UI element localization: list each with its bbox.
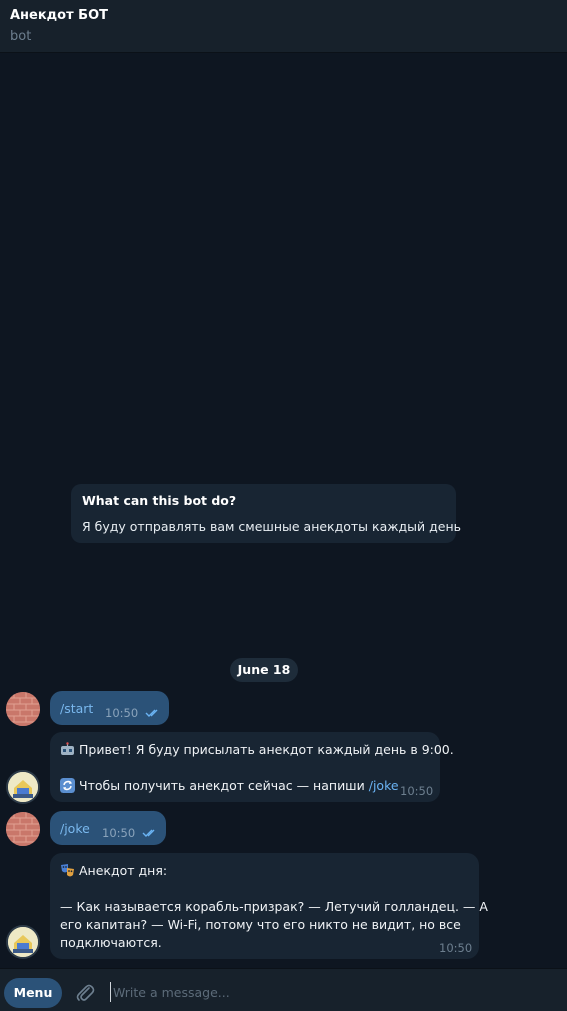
message-line: Анекдот дня: [60,863,167,878]
message-time: 10:50 [102,826,136,840]
double-check-icon [145,709,158,717]
bot-avatar[interactable] [6,925,40,959]
joke-body-line: его капитан? — Wi-Fi, потому что его ник… [60,917,461,932]
chat-subtitle: bot [10,29,32,44]
instruction-text: Чтобы получить анекдот сейчас — напиши [79,778,369,793]
bot-avatar[interactable] [6,770,40,804]
double-check-icon [142,829,155,837]
message-time: 10:50 [439,941,473,955]
joke-body-line: подключаются. [60,935,162,950]
message-bubble-incoming[interactable]: Анекдот дня: — Как называется корабль-пр… [50,853,488,959]
message-line: Чтобы получить анекдот сейчас — напиши /… [60,778,399,793]
menu-button[interactable]: Menu [4,978,62,1008]
message-input[interactable] [110,982,550,1002]
message-text[interactable]: /joke [60,821,90,836]
message-time: 10:50 [105,706,139,720]
refresh-emoji-icon [60,778,75,793]
bot-info-heading: What can this bot do? [82,493,237,508]
joke-command-link[interactable]: /joke [369,778,399,793]
bot-info-card: What can this bot do? Я буду отправлять … [71,484,461,543]
message-bubble-incoming[interactable]: Привет! Я буду присылать анекдот каждый … [50,732,454,802]
message-bubble-outgoing[interactable]: /start 10:50 [50,691,169,725]
user-avatar[interactable] [6,692,40,726]
message-text[interactable]: /start [60,701,93,716]
chat-title: Анекдот БОТ [10,8,109,23]
date-separator: June 18 [230,658,298,682]
chat-header[interactable]: Анекдот БОТ bot [0,0,567,53]
greeting-text: Привет! Я буду присылать анекдот каждый … [79,742,454,757]
robot-emoji-icon [61,742,74,755]
message-time: 10:50 [400,784,434,798]
bot-info-text: Я буду отправлять вам смешные анекдоты к… [82,519,461,534]
message-bubble-outgoing[interactable]: /joke 10:50 [50,811,166,845]
message-composer: Menu [0,968,567,1011]
theater-masks-emoji-icon [61,864,74,877]
paperclip-icon[interactable] [74,982,96,1004]
message-line: Привет! Я буду присылать анекдот каждый … [60,742,454,757]
joke-body-line: — Как называется корабль-призрак? — Лету… [60,899,488,914]
joke-title: Анекдот дня: [79,863,168,878]
user-avatar[interactable] [6,812,40,846]
